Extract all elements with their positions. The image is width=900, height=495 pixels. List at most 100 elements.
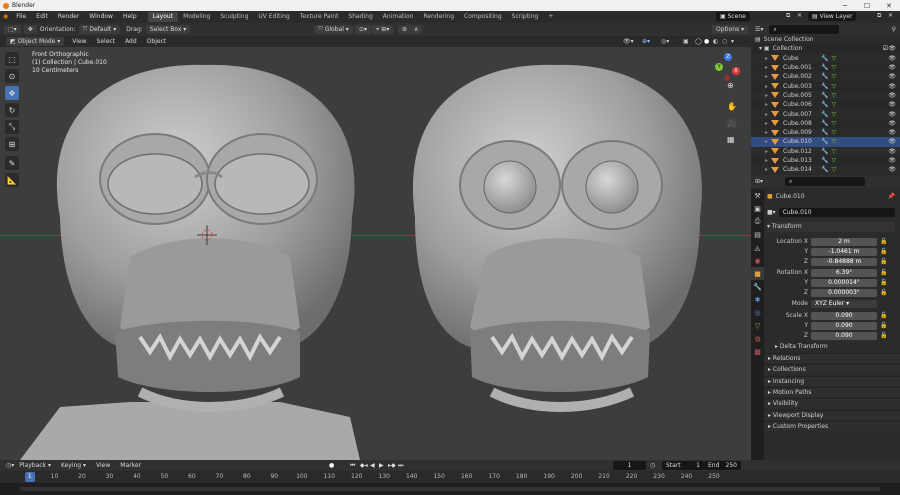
world-tab-icon[interactable]: ◉ — [751, 254, 764, 267]
expand-arrow-icon[interactable]: ▸ — [765, 92, 768, 99]
shading-options-icon[interactable]: ▾ — [731, 38, 734, 45]
expand-arrow-icon[interactable]: ▸ — [765, 101, 768, 108]
expand-arrow-icon[interactable]: ▸ — [765, 111, 768, 118]
mesh-data-icon[interactable]: ▽ — [832, 83, 837, 90]
snap-icon[interactable]: ⌖ ⊞▾ — [372, 25, 394, 34]
modifier-icon[interactable]: 🔧 — [821, 73, 828, 80]
eye-icon[interactable]: 👁 — [888, 129, 896, 136]
transform-tool-icon[interactable]: ✥ — [23, 25, 37, 34]
orientation-dropdown[interactable]: ⤧ Default ▾ — [78, 25, 121, 34]
timeline-scrollbar[interactable] — [20, 487, 880, 491]
jump-end-icon[interactable]: ⏭ — [398, 462, 403, 470]
modifier-icon[interactable]: 🔧 — [821, 101, 828, 108]
tab-uv-editing[interactable]: UV Editing — [253, 12, 294, 22]
eye-icon[interactable]: 👁 — [888, 64, 896, 71]
tab-modeling[interactable]: Modeling — [178, 12, 215, 22]
modifier-icon[interactable]: 🔧 — [821, 64, 828, 71]
expand-arrow-icon[interactable]: ▸ — [765, 55, 768, 62]
add-workspace-button[interactable]: + — [543, 12, 558, 22]
tab-compositing[interactable]: Compositing — [459, 12, 507, 22]
lock-icon[interactable]: 🔓 — [880, 248, 887, 255]
expand-arrow-icon[interactable]: ▸ — [765, 138, 768, 145]
rotation-x-field[interactable]: 6.39° — [811, 268, 877, 277]
outliner-item[interactable]: ▸ Cube.008 🔧 ▽ 👁 — [751, 119, 900, 128]
panel-relations[interactable]: ▸ Relations — [764, 353, 900, 363]
eye-icon[interactable]: 👁 — [888, 55, 896, 62]
visibility-icon[interactable]: 👁▾ — [623, 38, 634, 45]
material-tab-icon[interactable]: ◍ — [751, 332, 764, 345]
lock-icon[interactable]: 🔓 — [880, 269, 887, 276]
object-tab-icon[interactable]: ■ — [751, 267, 764, 280]
eye-icon[interactable]: 👁 — [888, 101, 896, 108]
select-box-icon[interactable]: ⬚ — [5, 52, 19, 66]
zoom-icon[interactable]: ⊕ — [727, 81, 734, 90]
view-layer-tab-icon[interactable]: ▤ — [751, 228, 764, 241]
eye-icon[interactable]: 👁 — [888, 92, 896, 99]
annotate-icon[interactable]: ✎ — [5, 156, 19, 170]
camera-view-icon[interactable]: 🎥 — [727, 119, 737, 128]
particles-tab-icon[interactable]: ✱ — [751, 293, 764, 306]
mesh-data-icon[interactable]: ▽ — [832, 101, 837, 108]
scene-selector[interactable]: ▣ Scene — [716, 12, 750, 21]
eye-icon[interactable]: 👁 — [888, 83, 896, 90]
properties-type-icon[interactable]: ⊞▾ — [755, 178, 763, 185]
material-shading-icon[interactable]: ◐ — [713, 38, 718, 45]
blender-menu-icon[interactable]: ◉ — [0, 11, 11, 23]
modifier-icon[interactable]: 🔧 — [821, 55, 828, 62]
modifier-icon[interactable]: 🔧 — [821, 166, 828, 173]
modifier-icon[interactable]: 🔧 — [821, 148, 828, 155]
falloff-icon[interactable]: ∧ — [410, 25, 423, 34]
playhead[interactable]: 1 — [24, 472, 35, 482]
texture-tab-icon[interactable]: ▩ — [751, 345, 764, 358]
play-reverse-icon[interactable]: ◀ — [370, 462, 375, 469]
lock-icon[interactable]: 🔓 — [880, 279, 887, 286]
output-tab-icon[interactable]: ⎙ — [751, 215, 764, 228]
scale-y-field[interactable]: 0.090 — [811, 321, 877, 330]
navigation-gizmo[interactable]: Z Y X — [712, 53, 742, 83]
outliner-item[interactable]: ▸ Cube.009 🔧 ▽ 👁 — [751, 127, 900, 138]
tab-scripting[interactable]: Scripting — [507, 12, 544, 22]
gizmo-x[interactable]: X — [732, 67, 740, 75]
delta-transform-panel[interactable]: ▸ Delta Transform — [767, 342, 895, 352]
outliner-item[interactable]: ▸ Cube.012 🔧 ▽ 👁 — [751, 146, 900, 156]
tool-tab-icon[interactable]: ⚒ — [751, 189, 764, 202]
modifier-icon[interactable]: 🔧 — [821, 92, 828, 99]
viewport-menu-add[interactable]: Add — [120, 36, 142, 48]
menu-render[interactable]: Render — [53, 11, 84, 23]
measure-icon[interactable]: 📐 — [5, 173, 19, 187]
3d-viewport[interactable]: Front Orthographic (1) Collection | Cube… — [0, 47, 751, 460]
location-y-field[interactable]: -1.0461 m — [811, 247, 877, 256]
mesh-data-icon[interactable]: ▽ — [832, 138, 837, 145]
scale-z-field[interactable]: 0.090 — [811, 331, 877, 340]
minimize-icon[interactable]: ─ — [834, 0, 856, 11]
pivot-point-icon[interactable]: ⊙▾ — [355, 25, 372, 34]
mesh-data-icon[interactable]: ▽ — [832, 92, 837, 99]
timeline-ruler[interactable]: 0102030405060708090100110120130140150160… — [0, 471, 900, 483]
timeline-editor-icon[interactable]: ◷▾ — [6, 462, 14, 469]
outliner-item[interactable]: ▸ Cube.010 🔧 ▽ 👁 — [751, 137, 900, 147]
mesh-data-icon[interactable]: ▽ — [832, 55, 837, 62]
menu-window[interactable]: Window — [84, 11, 118, 23]
end-frame-field[interactable]: End 250 — [704, 461, 741, 470]
timeline-menu-marker[interactable]: Marker — [115, 460, 146, 472]
new-view-layer-icon[interactable]: ⧉ — [877, 12, 881, 20]
mesh-data-icon[interactable]: ▽ — [832, 129, 837, 136]
lock-icon[interactable]: 🔓 — [880, 238, 887, 245]
current-frame-field[interactable]: 1 — [613, 461, 646, 470]
mesh-data-icon[interactable]: ▽ — [832, 111, 837, 118]
panel-viewport-display[interactable]: ▸ Viewport Display — [764, 409, 900, 420]
scene-tab-icon[interactable]: ◬ — [751, 241, 764, 254]
move-icon[interactable]: ✥ — [5, 86, 19, 100]
rotation-y-field[interactable]: 0.000014° — [811, 278, 877, 287]
eye-icon[interactable]: 👁 — [888, 157, 896, 164]
gizmo-z[interactable]: Z — [724, 53, 732, 61]
location-z-field[interactable]: -0.84888 m — [811, 257, 877, 266]
outliner-item[interactable]: ▸ Cube.005 🔧 ▽ 👁 — [751, 90, 900, 101]
expand-arrow-icon[interactable]: ▸ — [765, 129, 768, 136]
mesh-data-icon[interactable]: ▽ — [832, 148, 837, 155]
tab-texture-paint[interactable]: Texture Paint — [295, 12, 344, 22]
properties-search-input[interactable]: ⌕ — [785, 176, 866, 186]
eye-icon[interactable]: 👁 — [888, 138, 896, 145]
collection-checkbox[interactable]: ☑ — [883, 45, 888, 52]
cursor-icon[interactable]: ⊙ — [5, 69, 19, 83]
